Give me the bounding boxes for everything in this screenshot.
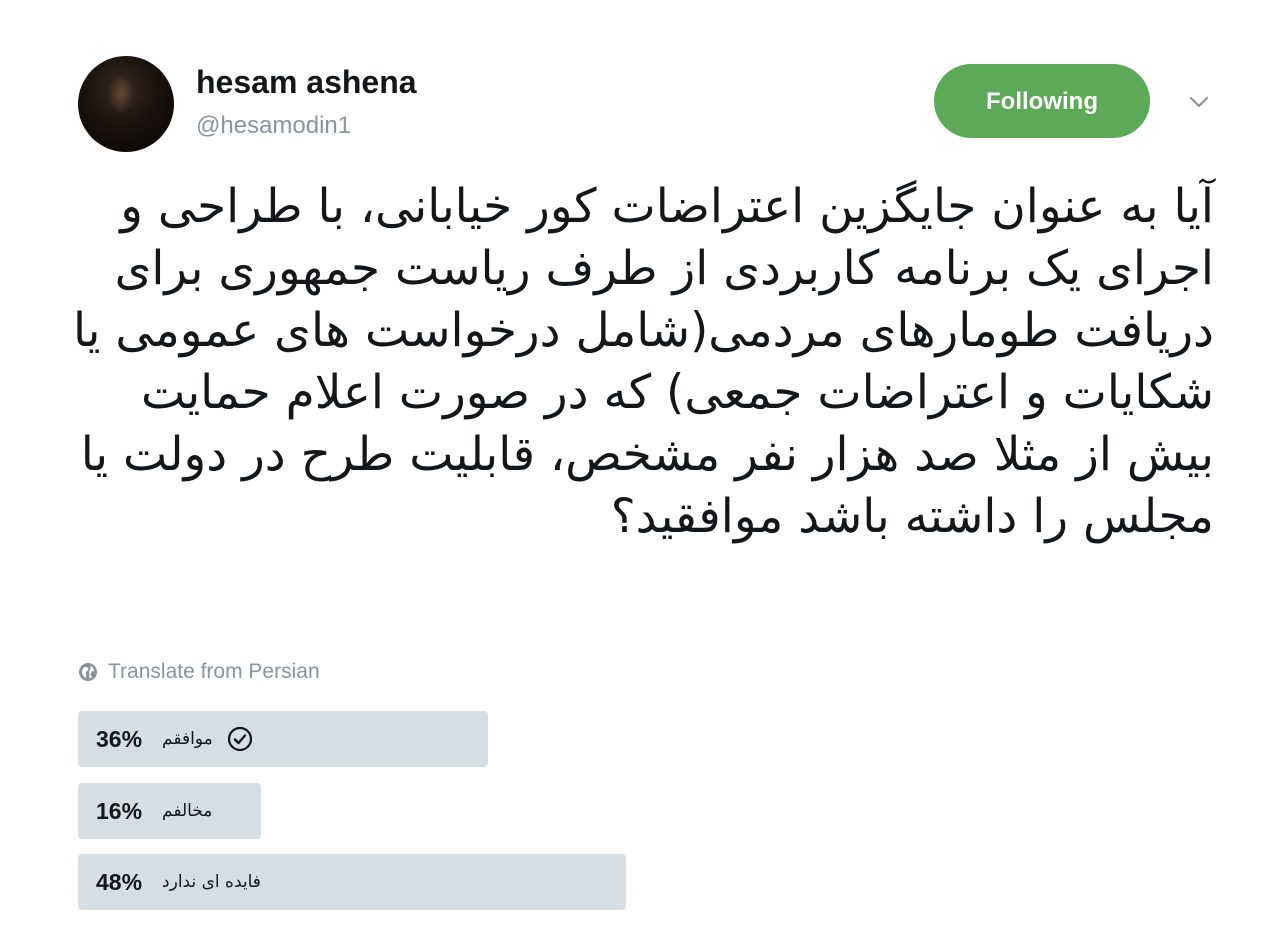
chevron-down-icon[interactable] — [1188, 94, 1210, 110]
translate-link[interactable]: Translate from Persian — [78, 658, 320, 686]
tweet-text: آیا به عنوان جایگزین اعتراضات کور خیابان… — [73, 179, 1214, 544]
avatar[interactable] — [78, 56, 174, 152]
avatar-photo — [108, 74, 134, 114]
poll-percent: 48% — [96, 868, 143, 895]
following-button[interactable]: Following — [934, 64, 1150, 138]
author-display-name[interactable]: hesam ashena — [196, 62, 417, 102]
translate-label: Translate from Persian — [108, 660, 320, 683]
author-handle[interactable]: @hesamodin1 — [196, 111, 351, 141]
poll-option-label: فایده ای ندارد — [162, 872, 261, 892]
poll-percent: 36% — [96, 725, 143, 752]
poll-option-label: مخالفم — [162, 801, 213, 821]
poll-percent: 16% — [96, 797, 143, 824]
poll-option-1[interactable]: 36% موافقم — [78, 711, 1218, 767]
check-circle-icon — [227, 726, 252, 752]
poll-option-label: موافقم — [162, 729, 213, 749]
poll-option-3[interactable]: 48% فایده ای ندارد — [78, 854, 1218, 910]
poll-option-2[interactable]: 16% مخالفم — [78, 783, 1218, 839]
globe-icon — [79, 663, 97, 681]
